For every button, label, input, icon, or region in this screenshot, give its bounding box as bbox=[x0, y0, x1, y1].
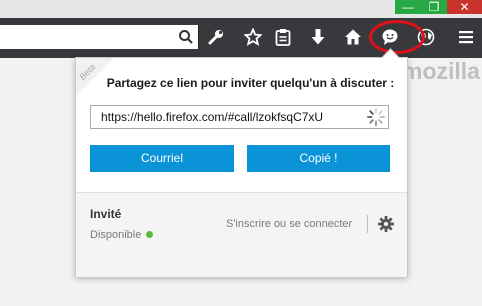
hello-share-panel: Beta Partagez ce lien pour inviter quelq… bbox=[75, 48, 408, 277]
minimize-button[interactable]: — bbox=[395, 0, 421, 14]
star-icon[interactable] bbox=[239, 22, 267, 52]
mozilla-wordmark: mozilla bbox=[402, 58, 480, 84]
status-dot-icon bbox=[146, 231, 154, 238]
signin-link[interactable]: S'inscrire ou se connecter bbox=[226, 218, 352, 230]
panel-heading: Partagez ce lien pour inviter quelqu'un … bbox=[106, 76, 395, 90]
clipboard-icon[interactable] bbox=[269, 22, 297, 52]
user-status[interactable]: Disponible bbox=[90, 229, 154, 241]
user-name: Invité bbox=[90, 207, 122, 221]
home-icon[interactable] bbox=[339, 22, 367, 52]
share-link-field[interactable]: https://hello.firefox.com/#call/lzokfsqC… bbox=[90, 105, 389, 129]
globe-icon[interactable] bbox=[412, 22, 440, 52]
close-button[interactable]: ✕ bbox=[447, 0, 482, 14]
search-icon[interactable] bbox=[172, 22, 200, 52]
user-status-label: Disponible bbox=[90, 229, 142, 241]
wrench-icon[interactable] bbox=[202, 22, 230, 52]
email-button[interactable]: Courriel bbox=[90, 145, 234, 172]
browser-toolbar bbox=[0, 18, 482, 58]
address-bar[interactable] bbox=[0, 25, 199, 49]
menu-icon[interactable] bbox=[452, 22, 480, 52]
loading-spinner-icon bbox=[367, 108, 385, 126]
copy-button[interactable]: Copié ! bbox=[247, 145, 390, 172]
panel-footer: Invité Disponible S'inscrire ou se conne… bbox=[76, 192, 407, 277]
footer-divider bbox=[367, 215, 368, 233]
window-titlebar: — ❐ ✕ bbox=[0, 0, 482, 18]
share-link-text: https://hello.firefox.com/#call/lzokfsqC… bbox=[101, 110, 324, 124]
gear-icon[interactable] bbox=[377, 215, 395, 233]
download-icon[interactable] bbox=[304, 22, 332, 52]
maximize-button[interactable]: ❐ bbox=[421, 0, 447, 14]
